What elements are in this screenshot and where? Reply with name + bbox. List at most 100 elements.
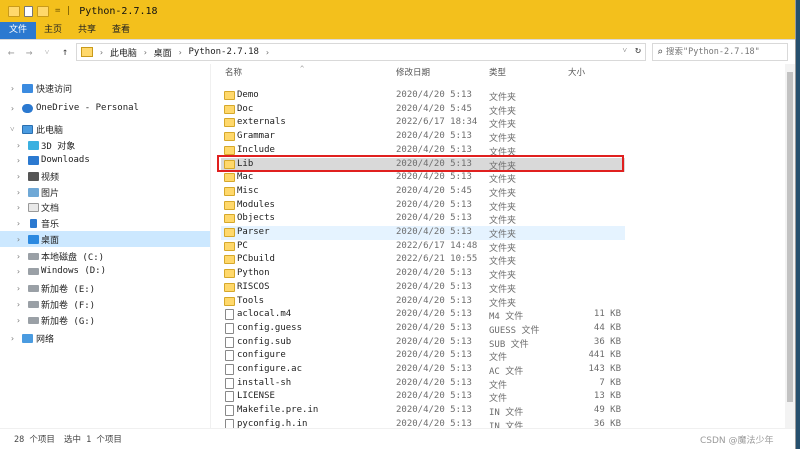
breadcrumb-this-pc[interactable]: 此电脑	[110, 46, 137, 59]
quick-access-separator: = |	[55, 6, 72, 16]
up-arrow-icon[interactable]: ↑	[58, 47, 72, 58]
tab-view[interactable]: 查看	[104, 22, 138, 39]
tab-file[interactable]: 文件	[0, 22, 37, 39]
file-row-mac[interactable]: Mac 2020/4/20 5:13 文件夹	[221, 171, 625, 185]
sidebar-item-onedrive[interactable]: › OneDrive - Personal	[0, 100, 210, 116]
file-row-demo[interactable]: Demo 2020/4/20 5:13 文件夹	[221, 89, 625, 103]
new-folder-icon[interactable]	[37, 5, 49, 17]
recent-locations-chevron-icon[interactable]: ˅	[40, 48, 54, 57]
breadcrumb-desktop[interactable]: 桌面	[154, 46, 172, 59]
column-header-type[interactable]: 类型	[489, 66, 506, 82]
collapse-chevron-icon[interactable]: ˅	[10, 125, 15, 134]
file-row-doc[interactable]: Doc 2020/4/20 5:45 文件夹	[221, 103, 625, 117]
sidebar-item-drive-f[interactable]: › 新加卷 (F:)	[0, 296, 210, 312]
file-row-configure[interactable]: configure 2020/4/20 5:13 文件 441 KB	[221, 349, 625, 363]
file-type: M4 文件	[489, 312, 524, 323]
file-row-pc[interactable]: PC 2022/6/17 14:48 文件夹	[221, 240, 625, 254]
search-box[interactable]: ⌕	[652, 43, 788, 61]
expand-chevron-icon[interactable]: ›	[16, 203, 21, 212]
file-row-pyconfig-h-in[interactable]: pyconfig.h.in 2020/4/20 5:13 IN 文件 36 KB	[221, 418, 625, 428]
expand-chevron-icon[interactable]: ›	[16, 156, 21, 165]
sidebar-item-3d-objects[interactable]: › 3D 对象	[0, 137, 210, 153]
navigation-pane: › 快速访问 › OneDrive - Personal ˅ 此电脑 › 3D …	[0, 64, 210, 428]
file-row-riscos[interactable]: RISCOS 2020/4/20 5:13 文件夹	[221, 281, 625, 295]
file-date-modified: 2020/4/20 5:13	[396, 295, 472, 306]
chevron-right-icon[interactable]: ›	[178, 48, 183, 57]
file-type: 文件夹	[489, 93, 517, 103]
file-row-modules[interactable]: Modules 2020/4/20 5:13 文件夹	[221, 199, 625, 213]
file-row-parser[interactable]: Parser 2020/4/20 5:13 文件夹	[221, 226, 625, 240]
sidebar-item-label: 新加卷 (G:)	[41, 316, 96, 327]
folder-icon	[81, 47, 93, 57]
refresh-icon[interactable]: ↻	[635, 45, 641, 56]
expand-chevron-icon[interactable]: ›	[16, 235, 21, 244]
file-row-grammar[interactable]: Grammar 2020/4/20 5:13 文件夹	[221, 130, 625, 144]
column-header-date[interactable]: 修改日期	[396, 66, 430, 82]
chevron-right-icon[interactable]: ›	[265, 48, 270, 57]
sidebar-item-label: 文档	[41, 203, 60, 214]
expand-chevron-icon[interactable]: ›	[16, 300, 21, 309]
file-row-makefile-pre-in[interactable]: Makefile.pre.in 2020/4/20 5:13 IN 文件 49 KB	[221, 404, 625, 418]
expand-chevron-icon[interactable]: ›	[10, 334, 15, 343]
cloud-icon	[22, 103, 33, 113]
file-row-config-sub[interactable]: config.sub 2020/4/20 5:13 SUB 文件 36 KB	[221, 336, 625, 350]
address-bar[interactable]: › 此电脑 › 桌面 › Python-2.7.18 › ˅ ↻	[76, 43, 646, 61]
back-arrow-icon[interactable]: ←	[4, 46, 18, 59]
column-header-size[interactable]: 大小	[568, 66, 585, 82]
annotation-highlight-box	[217, 155, 624, 172]
address-dropdown-icon[interactable]: ˅	[622, 46, 627, 55]
file-row-aclocal-m4[interactable]: aclocal.m4 2020/4/20 5:13 M4 文件 11 KB	[221, 308, 625, 322]
file-size: 36 KB	[593, 418, 621, 428]
forward-arrow-icon[interactable]: →	[22, 46, 36, 59]
scrollbar-thumb[interactable]	[787, 72, 793, 402]
chevron-right-icon[interactable]: ›	[99, 48, 104, 57]
sidebar-item-drive-e[interactable]: › 新加卷 (E:)	[0, 280, 210, 296]
tab-home[interactable]: 主页	[36, 22, 70, 39]
sidebar-item-music[interactable]: › 音乐	[0, 215, 210, 231]
file-row-configure-ac[interactable]: configure.ac 2020/4/20 5:13 AC 文件 143 KB	[221, 363, 625, 377]
sidebar-item-pictures[interactable]: › 图片	[0, 184, 210, 200]
file-row-misc[interactable]: Misc 2020/4/20 5:45 文件夹	[221, 185, 625, 199]
chevron-right-icon[interactable]: ›	[143, 48, 148, 57]
file-row-python[interactable]: Python 2020/4/20 5:13 文件夹	[221, 267, 625, 281]
file-row-config-guess[interactable]: config.guess 2020/4/20 5:13 GUESS 文件 44 KB	[221, 322, 625, 336]
file-row-pcbuild[interactable]: PCbuild 2022/6/21 10:55 文件夹	[221, 253, 625, 267]
file-name: Grammar	[237, 131, 275, 142]
sidebar-item-drive-d[interactable]: › Windows (D:)	[0, 263, 210, 279]
vertical-scrollbar[interactable]	[785, 64, 795, 428]
search-input[interactable]	[666, 47, 783, 57]
file-row-tools[interactable]: Tools 2020/4/20 5:13 文件夹	[221, 295, 625, 309]
tab-share[interactable]: 共享	[70, 22, 104, 39]
sidebar-item-network[interactable]: › 网络	[0, 330, 210, 346]
expand-chevron-icon[interactable]: ›	[16, 267, 21, 276]
sidebar-item-videos[interactable]: › 视频	[0, 168, 210, 184]
expand-chevron-icon[interactable]: ›	[16, 252, 21, 261]
file-row-objects[interactable]: Objects 2020/4/20 5:13 文件夹	[221, 212, 625, 226]
file-date-modified: 2020/4/20 5:13	[396, 213, 472, 224]
expand-chevron-icon[interactable]: ›	[10, 104, 15, 113]
sidebar-item-drive-c[interactable]: › 本地磁盘 (C:)	[0, 248, 210, 264]
sidebar-item-downloads[interactable]: › Downloads	[0, 152, 210, 168]
expand-chevron-icon[interactable]: ›	[10, 84, 15, 93]
column-header-name[interactable]: 名称	[225, 66, 242, 82]
file-type: IN 文件	[489, 421, 524, 428]
file-row-externals[interactable]: externals 2022/6/17 18:34 文件夹	[221, 116, 625, 130]
file-row-license[interactable]: LICENSE 2020/4/20 5:13 文件 13 KB	[221, 390, 625, 404]
expand-chevron-icon[interactable]: ›	[16, 219, 21, 228]
file-row-install-sh[interactable]: install-sh 2020/4/20 5:13 文件 7 KB	[221, 377, 625, 391]
breadcrumb-python-folder[interactable]: Python-2.7.18	[189, 47, 259, 57]
expand-chevron-icon[interactable]: ›	[16, 284, 21, 293]
sidebar-item-drive-g[interactable]: › 新加卷 (G:)	[0, 312, 210, 328]
sidebar-item-desktop[interactable]: › 桌面	[0, 231, 210, 247]
sidebar-item-quick-access[interactable]: › 快速访问	[0, 80, 210, 96]
sidebar-item-this-pc[interactable]: ˅ 此电脑	[0, 121, 210, 137]
properties-icon[interactable]	[24, 5, 33, 17]
file-name: Modules	[237, 199, 275, 210]
title-bar[interactable]: = | Python-2.7.18	[0, 0, 795, 22]
expand-chevron-icon[interactable]: ›	[16, 172, 21, 181]
sidebar-item-documents[interactable]: › 文档	[0, 199, 210, 215]
file-type: 文件夹	[489, 175, 517, 186]
expand-chevron-icon[interactable]: ›	[16, 316, 21, 325]
expand-chevron-icon[interactable]: ›	[16, 141, 21, 150]
expand-chevron-icon[interactable]: ›	[16, 188, 21, 197]
